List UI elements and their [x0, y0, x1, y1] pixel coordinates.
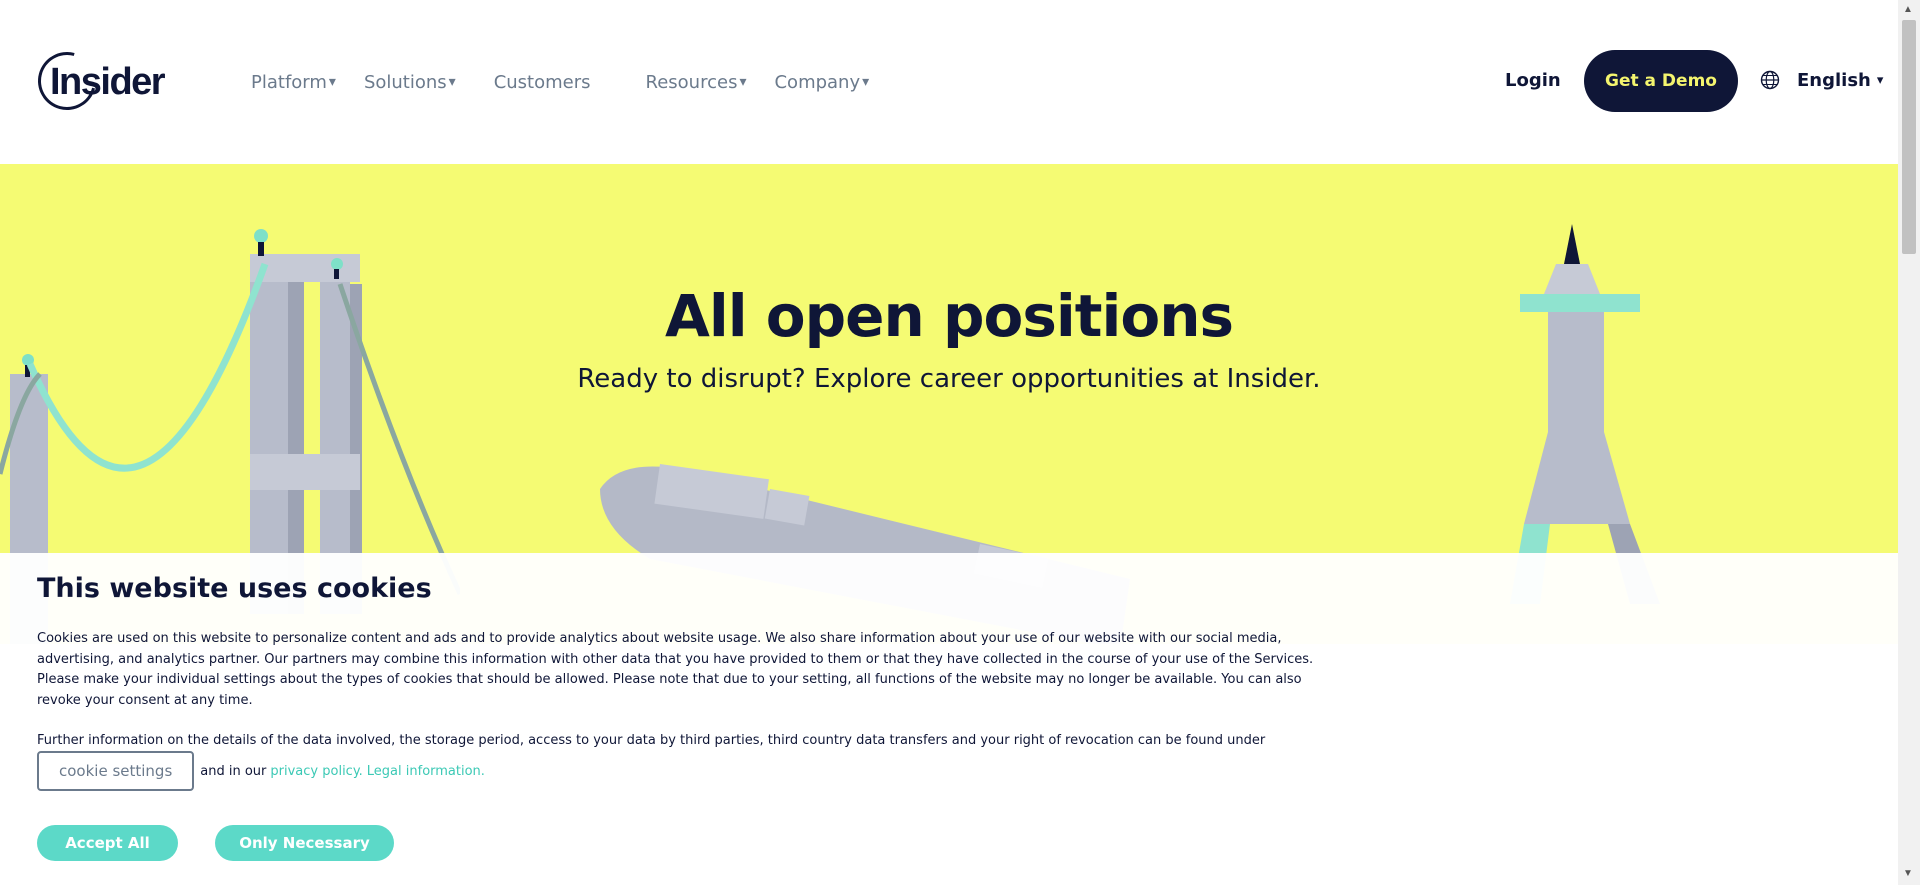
insider-logo[interactable]: Insider — [27, 41, 168, 121]
nav-company[interactable]: Company ▾ — [774, 72, 869, 93]
legal-information-link[interactable]: Legal information. — [367, 764, 485, 779]
nav-resources[interactable]: Resources ▾ — [646, 72, 747, 93]
cookie-further-info: Further information on the details of th… — [37, 733, 1266, 748]
scroll-up-arrow-icon[interactable]: ▲ — [1903, 4, 1913, 15]
language-selector[interactable]: English ▾ — [1797, 70, 1883, 91]
nav-platform-label: Platform — [251, 71, 327, 93]
nav-solutions-label: Solutions — [363, 71, 447, 93]
globe-icon[interactable] — [1760, 70, 1780, 90]
cookie-settings-button[interactable]: cookie settings — [37, 751, 195, 791]
chevron-down-icon: ▾ — [862, 74, 870, 90]
chevron-down-icon: ▾ — [1876, 73, 1884, 88]
scroll-down-arrow-icon[interactable]: ▼ — [1903, 868, 1913, 879]
site-header: Insider Platform ▾ Solutions ▾ Customers… — [0, 0, 1898, 164]
nav-customers-label: Customers — [493, 71, 591, 93]
login-link[interactable]: Login — [1505, 70, 1561, 91]
nav-platform[interactable]: Platform ▾ — [251, 72, 336, 93]
cookie-title: This website uses cookies — [37, 573, 432, 604]
scrollbar-thumb[interactable] — [1902, 20, 1916, 254]
page-title: All open positions — [664, 282, 1234, 350]
chevron-down-icon: ▾ — [448, 74, 456, 90]
nav-solutions[interactable]: Solutions ▾ — [364, 72, 456, 93]
cookie-body: Cookies are used on this website to pers… — [37, 631, 1314, 708]
and-text: and in our — [200, 763, 267, 779]
chevron-down-icon: ▾ — [739, 74, 747, 90]
cookie-banner: This website uses cookies Cookies are us… — [0, 553, 1898, 885]
logo-text: Insider — [50, 60, 166, 103]
get-demo-button[interactable]: Get a Demo — [1584, 50, 1738, 112]
chevron-down-icon: ▾ — [328, 74, 336, 90]
nav-company-label: Company — [774, 71, 861, 93]
cookie-links-row: cookie settings and in our privacy polic… — [37, 751, 489, 791]
nav-resources-label: Resources — [645, 71, 738, 93]
main-nav: Platform ▾ Solutions ▾ Customers Resourc… — [251, 70, 869, 94]
page-subtitle: Ready to disrupt? Explore career opportu… — [577, 364, 1321, 394]
accept-all-button[interactable]: Accept All — [37, 825, 178, 861]
privacy-policy-link[interactable]: privacy policy. — [270, 764, 362, 779]
language-label: English — [1797, 70, 1871, 91]
nav-customers[interactable]: Customers — [494, 72, 591, 93]
only-necessary-button[interactable]: Only Necessary — [215, 825, 394, 861]
